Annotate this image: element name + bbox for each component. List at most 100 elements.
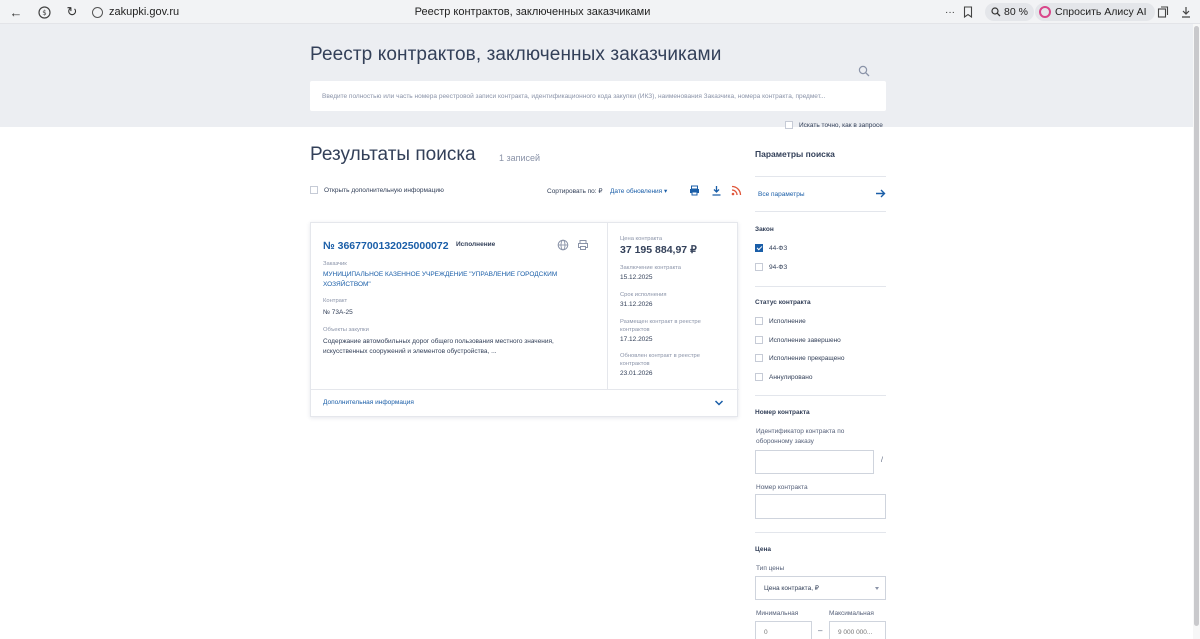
defense-id-label-line2: оборонному заказу	[756, 438, 814, 445]
sort-label: Сортировать по: ₽	[547, 188, 603, 195]
chevron-down-icon[interactable]	[714, 399, 724, 407]
law-section-title: Закон	[755, 226, 774, 233]
exact-match-checkbox[interactable]: Искать точно, как в запросе	[785, 121, 883, 129]
browser-toolbar: ← $ ↻ zakupki.gov.ru Реестр контрактов, …	[0, 0, 1200, 24]
status-checkbox[interactable]	[755, 317, 763, 325]
status-badge: Исполнение	[456, 241, 496, 248]
placed-label-line1: Размещен контракт в реестре	[620, 319, 701, 325]
alice-label: Спросить Алису AI	[1055, 6, 1147, 18]
max-price-input[interactable]	[829, 621, 886, 639]
max-price-label: Максимальная	[829, 610, 874, 617]
law-44fz-label: 44-ФЗ	[769, 244, 788, 252]
card-print-icon[interactable]	[577, 239, 589, 251]
all-params-link[interactable]: Все параметры	[758, 191, 805, 198]
price-type-select[interactable]: Цена контракта, ₽	[755, 576, 886, 600]
placed-value: 17.12.2025	[620, 336, 653, 343]
defense-id-label-line1: Идентификатор контракта по	[756, 428, 845, 435]
concluded-label: Заключение контракта	[620, 265, 681, 271]
arrow-right-icon[interactable]	[875, 188, 886, 199]
status-checkbox[interactable]	[755, 354, 763, 362]
status-label: Аннулировано	[769, 373, 813, 381]
search-icon[interactable]	[858, 65, 870, 77]
status-checkbox[interactable]	[755, 373, 763, 381]
status-option[interactable]: Исполнение прекращено	[755, 354, 844, 362]
tab-title: Реестр контрактов, заключенных заказчика…	[414, 6, 651, 18]
status-label: Исполнение завершено	[769, 336, 841, 344]
print-icon[interactable]	[689, 185, 700, 196]
contract-card: № 3667700132025000072 Исполнение Заказчи…	[310, 222, 739, 417]
status-section-title: Статус контракта	[755, 299, 811, 306]
zoom-value: 80 %	[1004, 6, 1028, 18]
show-more-info-checkbox[interactable]: Открыть дополнительную информацию	[310, 186, 444, 194]
customer-name-line2[interactable]: ХОЗЯЙСТВОМ"	[323, 280, 593, 290]
globe-icon[interactable]	[557, 239, 569, 251]
card-divider-horizontal	[311, 389, 739, 390]
ask-alice-button[interactable]: Спросить Алису AI	[1035, 3, 1155, 21]
contract-number-input[interactable]	[755, 494, 886, 519]
slash-separator: /	[881, 457, 883, 464]
law-option-94fz[interactable]: 94-ФЗ	[755, 263, 787, 271]
card-divider-vertical	[607, 223, 608, 389]
results-count: 1 записей	[499, 153, 541, 163]
law-94fz-checkbox[interactable]	[755, 263, 763, 271]
updated-label-line2: контрактов	[620, 361, 650, 367]
sidebar-divider	[755, 211, 886, 212]
updated-label-line1: Обновлен контракт в реестре	[620, 353, 700, 359]
price-section-title: Цена	[755, 546, 771, 553]
download-results-icon[interactable]	[711, 185, 722, 196]
min-price-input[interactable]	[755, 621, 812, 639]
sidebar-divider	[755, 532, 886, 533]
page-title: Реестр контрактов, заключенных заказчика…	[310, 44, 722, 65]
sort-value: Дате обновления	[610, 188, 663, 195]
bookmark-icon[interactable]	[960, 0, 976, 24]
status-option[interactable]: Исполнение	[755, 317, 806, 325]
show-more-info-label: Открыть дополнительную информацию	[324, 186, 444, 194]
download-icon[interactable]	[1178, 0, 1194, 24]
search-box	[310, 81, 886, 111]
law-option-44fz[interactable]: 44-ФЗ	[755, 244, 787, 252]
updated-value: 23.01.2026	[620, 370, 653, 377]
zoom-indicator[interactable]: 80 %	[985, 3, 1034, 21]
scrollbar-thumb[interactable]	[1194, 26, 1199, 626]
customer-name-line1[interactable]: МУНИЦИПАЛЬНОЕ КАЗЕННОЕ УЧРЕЖДЕНИЕ "УПРАВ…	[323, 270, 593, 280]
contract-value: № 73А-25	[323, 309, 353, 316]
status-option[interactable]: Исполнение завершено	[755, 336, 841, 344]
alice-icon	[1039, 6, 1051, 18]
price-type-value: Цена контракта, ₽	[764, 585, 819, 592]
price-value: 37 195 884,97 ₽	[620, 244, 697, 256]
exact-match-label: Искать точно, как в запросе	[799, 121, 883, 129]
sort-dropdown[interactable]: Дате обновления ▾	[610, 187, 667, 195]
status-label: Исполнение прекращено	[769, 354, 845, 362]
sidebar-divider	[755, 286, 886, 287]
customer-label: Заказчик	[323, 261, 347, 267]
show-more-info-box[interactable]	[310, 186, 318, 194]
placed-label-line2: контрактов	[620, 327, 650, 333]
search-input[interactable]	[310, 81, 855, 111]
law-94fz-label: 94-ФЗ	[769, 263, 788, 271]
results-title: Результаты поиска	[310, 144, 476, 165]
term-value: 31.12.2026	[620, 301, 653, 308]
sidebar-divider	[755, 176, 886, 177]
status-label: Исполнение	[769, 317, 806, 325]
status-option[interactable]: Аннулировано	[755, 373, 812, 381]
additional-info-toggle[interactable]: Дополнительная информация	[323, 399, 414, 406]
select-caret-icon	[875, 587, 879, 590]
collections-icon[interactable]	[1155, 0, 1171, 24]
contract-number-link[interactable]: № 3667700132025000072	[323, 240, 449, 252]
sidebar-divider	[755, 395, 886, 396]
number-section-title: Номер контракта	[755, 409, 810, 416]
min-price-label: Минимальная	[756, 610, 799, 617]
rss-icon[interactable]	[731, 185, 742, 196]
objects-label: Объекты закупки	[323, 327, 369, 333]
status-checkbox[interactable]	[755, 336, 763, 344]
price-label: Цена контракта	[620, 236, 663, 242]
zoom-magnifier-icon	[991, 7, 1001, 17]
exact-match-box[interactable]	[785, 121, 793, 129]
price-type-label: Тип цены	[756, 565, 785, 572]
defense-id-input[interactable]	[755, 450, 874, 474]
concluded-value: 15.12.2025	[620, 274, 653, 281]
law-44fz-checkbox[interactable]	[755, 244, 763, 252]
contract-number-label: Номер контракта	[756, 484, 808, 491]
objects-line1: Содержание автомобильных дорог общего по…	[323, 338, 554, 345]
more-dots-icon[interactable]: ···	[942, 0, 958, 24]
